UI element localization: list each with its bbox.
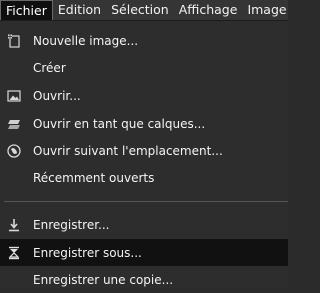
menu-separator [4, 201, 288, 202]
menu-item-save-as[interactable]: Enregistrer sous... [0, 239, 288, 266]
menu-item-open-location[interactable]: Ouvrir suivant l'emplacement... [0, 137, 288, 164]
menu-edition[interactable]: Edition [53, 0, 106, 20]
menu-item-create[interactable]: Créer [0, 54, 288, 81]
save-icon [7, 218, 21, 232]
menu-item-label: Enregistrer une copie... [33, 272, 174, 287]
menu-item-save-copy[interactable]: Enregistrer une copie... [0, 266, 288, 293]
open-image-icon [7, 89, 21, 103]
menu-item-label: Créer [33, 60, 66, 75]
menu-affichage[interactable]: Affichage [174, 0, 243, 20]
file-menu-dropdown: Nouvelle image... Créer Ouvrir... Ouvrir… [0, 21, 288, 288]
open-as-layers-icon [7, 117, 21, 131]
menu-item-label: Ouvrir suivant l'emplacement... [33, 143, 223, 158]
menu-item-label: Enregistrer... [33, 217, 110, 232]
menu-selection[interactable]: Sélection [106, 0, 174, 20]
menu-item-label: Récemment ouverts [33, 170, 155, 185]
save-as-icon [7, 246, 21, 260]
menu-item-label: Ouvrir... [33, 88, 81, 103]
new-image-icon [7, 34, 21, 48]
menu-item-save[interactable]: Enregistrer... [0, 211, 288, 238]
menu-item-new-image[interactable]: Nouvelle image... [0, 27, 288, 54]
menu-item-label: Nouvelle image... [33, 33, 139, 48]
menu-fichier[interactable]: Fichier [0, 0, 53, 20]
menu-item-label: Enregistrer sous... [33, 245, 142, 260]
open-location-icon [7, 143, 21, 158]
menu-item-open-as-layers[interactable]: Ouvrir en tant que calques... [0, 110, 288, 137]
menu-item-recent[interactable]: Récemment ouverts [0, 164, 288, 191]
menu-bar: Fichier Edition Sélection Affichage Imag… [0, 0, 288, 21]
menu-item-label: Ouvrir en tant que calques... [33, 116, 206, 131]
menu-image[interactable]: Image [242, 0, 291, 20]
menu-item-open[interactable]: Ouvrir... [0, 82, 288, 109]
